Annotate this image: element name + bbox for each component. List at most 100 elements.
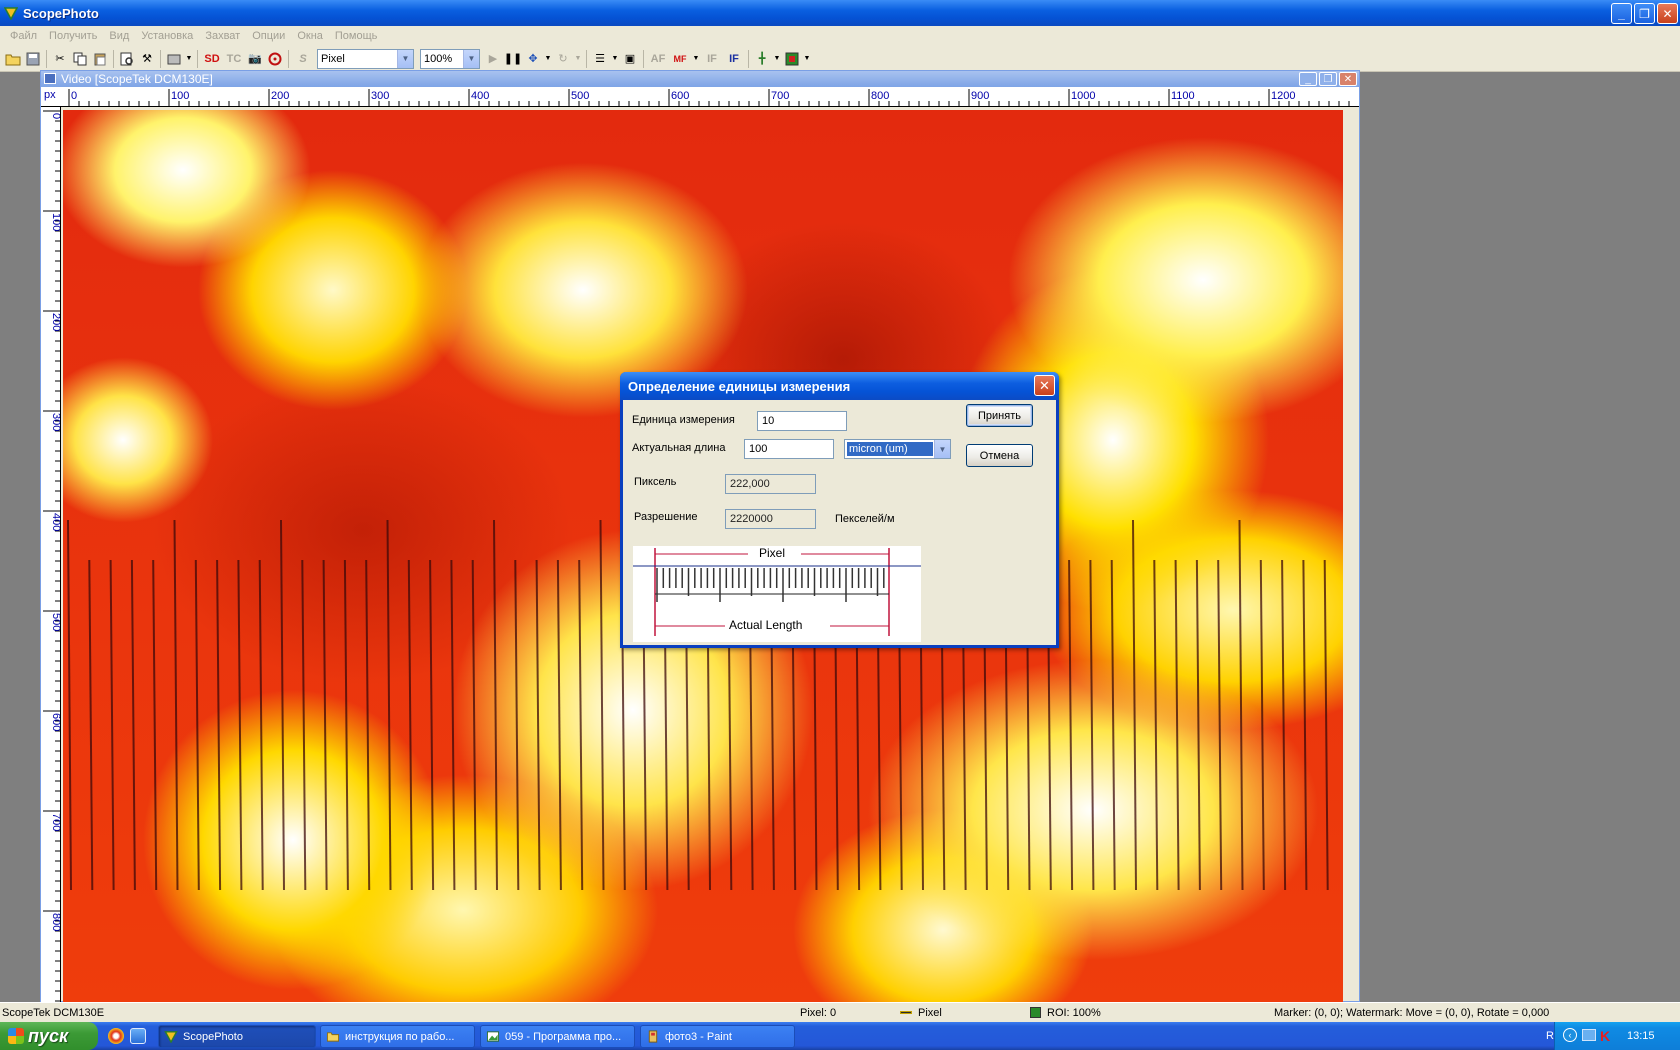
- child-minimize-button[interactable]: _: [1299, 72, 1317, 86]
- chevron-down-icon: ▼: [934, 440, 950, 458]
- dropdown-arrow-icon[interactable]: ▼: [543, 49, 553, 69]
- folder-icon: [326, 1032, 340, 1042]
- x-tick-label: 800: [871, 90, 889, 102]
- menu-view[interactable]: Вид: [103, 30, 135, 42]
- chevron-down-icon: ▼: [463, 49, 479, 68]
- pixel-label: Пиксель: [634, 476, 677, 488]
- toolbar: ✂ ⚒ ▼ SD TC 📷 S Pixel ▼ 100% ▼ ▶ ❚❚ ✥ ▼ …: [0, 46, 1680, 72]
- cancel-button[interactable]: Отмена: [966, 444, 1033, 467]
- windows-logo-icon: [8, 1028, 24, 1044]
- network-icon[interactable]: [1582, 1029, 1596, 1041]
- toolbar-separator: [643, 49, 644, 68]
- tray-back-icon[interactable]: ‹: [1563, 1028, 1577, 1042]
- open-icon[interactable]: [3, 49, 23, 69]
- mf-button[interactable]: MF: [669, 49, 691, 69]
- unit-select[interactable]: Pixel ▼: [317, 48, 414, 69]
- length-unit-select[interactable]: micron (um) ▼: [844, 439, 951, 459]
- menu-setup[interactable]: Установка: [135, 30, 199, 42]
- accept-button[interactable]: Принять: [966, 404, 1033, 427]
- zoom-select[interactable]: 100% ▼: [420, 48, 480, 69]
- system-tray: ‹ K 13:15: [1554, 1022, 1680, 1050]
- menu-options[interactable]: Опции: [246, 30, 291, 42]
- move-icon[interactable]: ✥: [523, 49, 543, 69]
- x-tick-label: 600: [671, 90, 689, 102]
- child-close-button[interactable]: ✕: [1339, 72, 1357, 86]
- task-folder[interactable]: инструкция по рабо...: [320, 1025, 475, 1048]
- play-icon[interactable]: ▶: [483, 49, 503, 69]
- actual-length-input[interactable]: [744, 439, 834, 459]
- pixel-value-field: [725, 474, 816, 494]
- menu-capture[interactable]: Захват: [199, 30, 246, 42]
- horizontal-ruler: px 0 100 200 300 400 500 600 700 800 900 1000 1100 1…: [41, 87, 1359, 107]
- resolution-value-field: [725, 509, 816, 529]
- tools-icon[interactable]: ⚒: [137, 49, 157, 69]
- sd-button[interactable]: SD: [201, 49, 223, 69]
- s-button[interactable]: S: [292, 49, 314, 69]
- minimize-button[interactable]: _: [1611, 3, 1632, 24]
- browser-icon[interactable]: [108, 1028, 124, 1044]
- x-tick-label: 500: [571, 90, 589, 102]
- if-button[interactable]: IF: [701, 49, 723, 69]
- actual-length-label: Актуальная длина: [632, 442, 726, 454]
- measure-icon[interactable]: ╋: [752, 49, 772, 69]
- unit-input[interactable]: [757, 411, 847, 431]
- menu-file[interactable]: Файл: [4, 30, 43, 42]
- vertical-ruler: 0 100 200 300 400 500 600 700 800: [41, 107, 61, 1003]
- app-icon: [4, 7, 18, 20]
- desktop-icon[interactable]: [130, 1028, 146, 1044]
- status-pixel: Pixel: 0: [800, 1007, 837, 1019]
- x-tick-label: 900: [971, 90, 989, 102]
- task-viewer[interactable]: 059 - Программа про...: [480, 1025, 635, 1048]
- dropdown-arrow-icon[interactable]: ▼: [691, 49, 701, 69]
- dropdown-arrow-icon[interactable]: ▼: [573, 49, 583, 69]
- restore-button[interactable]: ❐: [1634, 3, 1655, 24]
- toolbar-separator: [113, 49, 114, 68]
- status-bar: ScopeTek DCM130E Pixel: 0 Pixel ROI: 100…: [0, 1002, 1680, 1022]
- y-tick-label: 300: [50, 413, 61, 431]
- y-tick-label: 800: [50, 913, 61, 931]
- x-tick-label: 100: [171, 90, 189, 102]
- save-icon[interactable]: [23, 49, 43, 69]
- menu-help[interactable]: Помощь: [329, 30, 384, 42]
- if-active-button[interactable]: IF: [723, 49, 745, 69]
- child-maximize-button[interactable]: ❐: [1319, 72, 1337, 86]
- task-scopephoto[interactable]: ScopePhoto: [158, 1025, 316, 1048]
- cut-icon[interactable]: ✂: [50, 49, 70, 69]
- pause-icon[interactable]: ❚❚: [503, 49, 523, 69]
- antivirus-icon[interactable]: K: [1600, 1028, 1610, 1044]
- dropdown-arrow-icon[interactable]: ▼: [184, 49, 194, 69]
- menu-bar: Файл Получить Вид Установка Захват Опции…: [0, 26, 1680, 46]
- tc-button[interactable]: TC: [223, 49, 245, 69]
- task-paint[interactable]: фото3 - Paint: [640, 1025, 795, 1048]
- calibration-illustration: Pixel Actual Length: [633, 546, 921, 642]
- menu-acquire[interactable]: Получить: [43, 30, 103, 42]
- record-icon[interactable]: [265, 49, 285, 69]
- taskbar: пуск ScopePhoto инструкция по рабо... 05…: [0, 1022, 1680, 1050]
- copy-icon[interactable]: [70, 49, 90, 69]
- grid-icon[interactable]: ▣: [620, 49, 640, 69]
- video-window-title-bar: Video [ScopeTek DCM130E] _ ❐ ✕: [41, 71, 1359, 87]
- paste-icon[interactable]: [90, 49, 110, 69]
- x-tick-label: 1200: [1271, 90, 1295, 102]
- preview-icon[interactable]: [117, 49, 137, 69]
- start-label: пуск: [28, 1025, 69, 1046]
- vertical-ruler-ticks: 0 100 200 300 400 500 600 700 800: [43, 110, 61, 1002]
- close-button[interactable]: ✕: [1657, 3, 1678, 24]
- rotate-icon[interactable]: ↻: [553, 49, 573, 69]
- toolbar-separator: [288, 49, 289, 68]
- list-icon[interactable]: ☰: [590, 49, 610, 69]
- status-roi: ROI: 100%: [1047, 1007, 1101, 1019]
- dropdown-arrow-icon[interactable]: ▼: [610, 49, 620, 69]
- status-unit: Pixel: [918, 1007, 942, 1019]
- roi-icon[interactable]: [782, 49, 802, 69]
- menu-windows[interactable]: Окна: [291, 30, 329, 42]
- af-button[interactable]: AF: [647, 49, 669, 69]
- camera-icon[interactable]: 📷: [245, 49, 265, 69]
- start-button[interactable]: пуск: [0, 1022, 98, 1050]
- unit-label: Единица измерения: [632, 414, 735, 426]
- dialog-close-button[interactable]: ✕: [1034, 375, 1055, 396]
- dropdown-arrow-icon[interactable]: ▼: [772, 49, 782, 69]
- dropdown-arrow-icon[interactable]: ▼: [802, 49, 812, 69]
- y-tick-label: 600: [50, 713, 61, 731]
- device-icon[interactable]: [164, 49, 184, 69]
